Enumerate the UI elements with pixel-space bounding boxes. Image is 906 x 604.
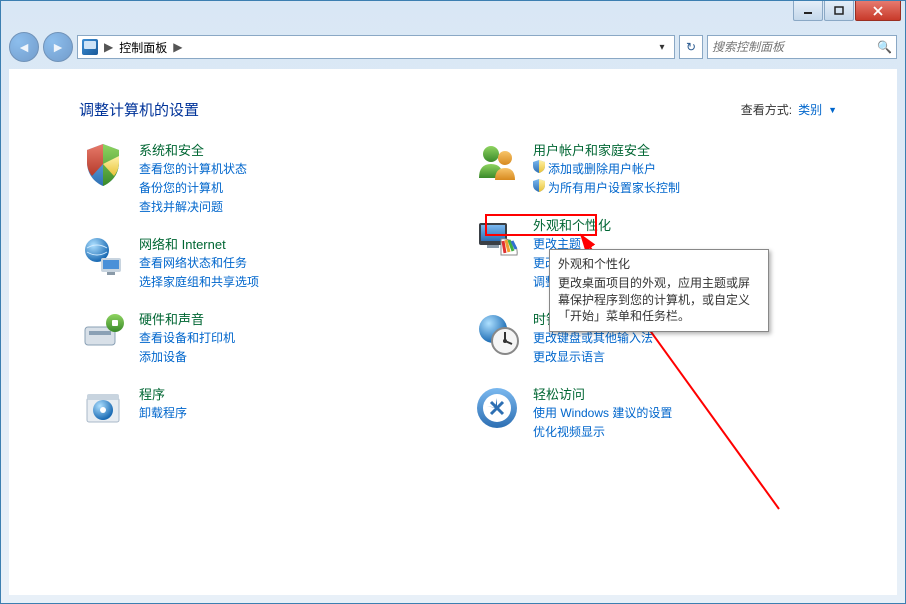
category-title[interactable]: 用户帐户和家庭安全 <box>533 140 680 159</box>
sublink-label: 更改显示语言 <box>533 348 605 366</box>
category-sublink[interactable]: 更改显示语言 <box>533 348 653 366</box>
category-title[interactable]: 程序 <box>139 384 187 403</box>
category-sublink[interactable]: 查看网络状态和任务 <box>139 254 259 272</box>
uac-shield-icon <box>533 160 545 178</box>
category-item: 硬件和声音查看设备和打印机添加设备 <box>79 309 433 366</box>
sublink-label: 选择家庭组和共享选项 <box>139 273 259 291</box>
security-icon[interactable] <box>79 140 127 188</box>
minimize-button[interactable] <box>793 1 823 21</box>
programs-icon[interactable] <box>79 384 127 432</box>
address-bar[interactable]: ▶ 控制面板 ▶ ▾ <box>77 35 675 59</box>
tooltip-title: 外观和个性化 <box>558 256 760 273</box>
sublink-label: 备份您的计算机 <box>139 179 223 197</box>
content-area: 调整计算机的设置 查看方式: 类别 ▼ 系统和安全查看您的计算机状态备份您的计算… <box>9 69 897 595</box>
category-sublink[interactable]: 查看设备和打印机 <box>139 329 235 347</box>
category-title[interactable]: 外观和个性化 <box>533 215 617 234</box>
hardware-icon[interactable] <box>79 309 127 357</box>
category-body: 系统和安全查看您的计算机状态备份您的计算机查找并解决问题 <box>139 140 247 216</box>
category-item: 用户帐户和家庭安全添加或删除用户帐户为所有用户设置家长控制 <box>473 140 827 197</box>
sublink-label: 查找并解决问题 <box>139 198 223 216</box>
category-title[interactable]: 轻松访问 <box>533 384 672 403</box>
tooltip: 外观和个性化 更改桌面项目的外观，应用主题或屏幕保护程序到您的计算机，或自定义「… <box>549 249 769 332</box>
category-sublink[interactable]: 优化视频显示 <box>533 423 672 441</box>
category-title[interactable]: 网络和 Internet <box>139 234 259 253</box>
breadcrumb-sep-icon: ▶ <box>104 40 113 54</box>
category-sublink[interactable]: 备份您的计算机 <box>139 179 247 197</box>
view-mode-value[interactable]: 类别 <box>798 101 822 118</box>
appearance-icon[interactable] <box>473 215 521 263</box>
category-column-left: 系统和安全查看您的计算机状态备份您的计算机查找并解决问题网络和 Internet… <box>79 140 433 441</box>
network-icon[interactable] <box>79 234 127 282</box>
category-body: 用户帐户和家庭安全添加或删除用户帐户为所有用户设置家长控制 <box>533 140 680 197</box>
sublink-label: 优化视频显示 <box>533 423 605 441</box>
category-body: 轻松访问使用 Windows 建议的设置优化视频显示 <box>533 384 672 441</box>
sublink-label: 查看设备和打印机 <box>139 329 235 347</box>
category-sublink[interactable]: 添加设备 <box>139 348 235 366</box>
refresh-button[interactable]: ↻ <box>679 35 703 59</box>
navigation-bar: ◄ ► ▶ 控制面板 ▶ ▾ ↻ 🔍 <box>9 31 897 63</box>
category-sublink[interactable]: 卸载程序 <box>139 404 187 422</box>
sublink-label: 添加或删除用户帐户 <box>548 160 656 178</box>
users-icon[interactable] <box>473 140 521 188</box>
clock-icon[interactable] <box>473 309 521 357</box>
titlebar <box>1 1 905 31</box>
category-sublink[interactable]: 使用 Windows 建议的设置 <box>533 404 672 422</box>
category-sublink[interactable]: 查看您的计算机状态 <box>139 160 247 178</box>
sublink-label: 卸载程序 <box>139 404 187 422</box>
sublink-label: 为所有用户设置家长控制 <box>548 179 680 197</box>
breadcrumb-sep-icon: ▶ <box>173 40 182 54</box>
sublink-label: 查看网络状态和任务 <box>139 254 247 272</box>
sublink-label: 查看您的计算机状态 <box>139 160 247 178</box>
search-icon[interactable]: 🔍 <box>877 40 892 54</box>
view-mode-label: 查看方式: <box>741 101 792 118</box>
category-item: 程序卸载程序 <box>79 384 433 432</box>
window-frame: ◄ ► ▶ 控制面板 ▶ ▾ ↻ 🔍 调整计算机的设置 查看方式: 类别 ▼ 系… <box>0 0 906 604</box>
close-button[interactable] <box>855 1 901 21</box>
page-title: 调整计算机的设置 <box>79 99 199 120</box>
sublink-label: 使用 Windows 建议的设置 <box>533 404 672 422</box>
maximize-button[interactable] <box>824 1 854 21</box>
address-dropdown-icon[interactable]: ▾ <box>654 42 670 53</box>
view-mode: 查看方式: 类别 ▼ <box>741 101 837 118</box>
category-title[interactable]: 系统和安全 <box>139 140 247 159</box>
back-button[interactable]: ◄ <box>9 32 39 62</box>
search-box: 🔍 <box>707 35 897 59</box>
category-body: 网络和 Internet查看网络状态和任务选择家庭组和共享选项 <box>139 234 259 291</box>
category-sublink[interactable]: 查找并解决问题 <box>139 198 247 216</box>
ease-icon[interactable] <box>473 384 521 432</box>
category-sublink[interactable]: 添加或删除用户帐户 <box>533 160 680 178</box>
category-body: 程序卸载程序 <box>139 384 187 422</box>
content-header: 调整计算机的设置 查看方式: 类别 ▼ <box>79 99 837 120</box>
chevron-down-icon[interactable]: ▼ <box>828 105 837 115</box>
sublink-label: 添加设备 <box>139 348 187 366</box>
window-buttons <box>793 1 901 21</box>
uac-shield-icon <box>533 179 545 197</box>
category-item: 轻松访问使用 Windows 建议的设置优化视频显示 <box>473 384 827 441</box>
category-body: 硬件和声音查看设备和打印机添加设备 <box>139 309 235 366</box>
category-sublink[interactable]: 为所有用户设置家长控制 <box>533 179 680 197</box>
category-title[interactable]: 硬件和声音 <box>139 309 235 328</box>
category-sublink[interactable]: 选择家庭组和共享选项 <box>139 273 259 291</box>
search-input[interactable] <box>712 40 877 54</box>
forward-button[interactable]: ► <box>43 32 73 62</box>
control-panel-icon <box>82 39 98 55</box>
category-item: 网络和 Internet查看网络状态和任务选择家庭组和共享选项 <box>79 234 433 291</box>
tooltip-body: 更改桌面项目的外观，应用主题或屏幕保护程序到您的计算机，或自定义「开始」菜单和任… <box>558 275 760 325</box>
breadcrumb-item[interactable]: 控制面板 <box>119 39 167 56</box>
category-item: 系统和安全查看您的计算机状态备份您的计算机查找并解决问题 <box>79 140 433 216</box>
